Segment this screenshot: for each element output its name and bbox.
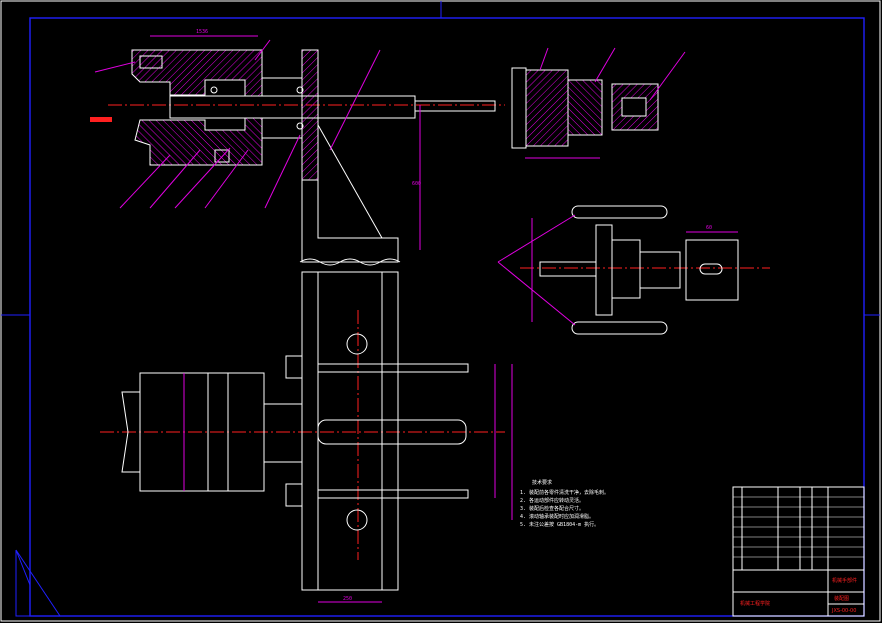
leader-1 (94, 61, 136, 73)
front-view: 250 (100, 271, 513, 603)
piston-rod (414, 100, 496, 112)
flange-plate (301, 49, 319, 181)
hub-plate (595, 224, 613, 316)
guide-rod-upper (317, 363, 469, 373)
side-detail-view: 60 (497, 205, 770, 335)
notes-line-4: 4. 滚动轴承装配时应加润滑脂。 (520, 513, 594, 520)
main-shaft (169, 95, 416, 119)
dim-vertical-height: 600 (412, 181, 421, 187)
notes-heading: 技术要求 (532, 479, 552, 486)
upper-finger (571, 205, 668, 219)
dim-bottom-width: 250 (343, 596, 352, 602)
nut-upper (285, 355, 303, 379)
dim-side-width: 60 (706, 225, 712, 231)
notes-line-2: 2. 各运动部件应转动灵活。 (520, 497, 584, 504)
orientation-mark (15, 549, 61, 617)
side-rod (539, 261, 597, 277)
leader-2 (119, 154, 171, 209)
leader-g2 (594, 47, 616, 83)
support-bracket (301, 180, 399, 263)
outer-sheet-border (0, 0, 881, 622)
end-slot (699, 263, 723, 275)
leader-s2 (497, 261, 576, 326)
end-block (685, 239, 739, 301)
title-sub: 装配图 (834, 595, 849, 602)
dim-top-width: 1536 (196, 29, 208, 35)
guide-rod-lower (317, 489, 469, 499)
coupling (263, 403, 303, 463)
gripper-slot (621, 97, 647, 117)
cad-drawing-canvas: 1536 600 60 250 技术要求 1. 装配前各零件清洗干净，去除毛刺。… (0, 0, 881, 622)
spacer (639, 251, 681, 289)
nut-lower (285, 483, 303, 507)
title-drawing-no: JXS-00-00 (831, 608, 856, 614)
lower-finger (571, 321, 668, 335)
technical-notes: 技术要求 1. 装配前各零件清洗干净，去除毛刺。 2. 各运动部件应转动灵活。 … (520, 479, 609, 528)
housing-lower (134, 117, 263, 166)
leader-6 (264, 134, 301, 209)
notes-line-3: 3. 装配后检查各配合尺寸。 (520, 505, 584, 512)
hex-nut (611, 239, 641, 299)
hole-upper (346, 333, 368, 355)
hole-lower (346, 509, 368, 531)
bearing-block-lower (261, 117, 303, 139)
housing-upper (131, 49, 263, 97)
gripper-body (525, 69, 569, 147)
notes-line-1: 1. 装配前各零件清洗干净，去除毛刺。 (520, 489, 609, 496)
leader-g3 (649, 51, 686, 101)
gripper-section-view (511, 47, 686, 159)
bracket-rib (317, 124, 383, 239)
drawing-frame-border (29, 17, 865, 617)
leader-s1 (497, 214, 576, 263)
main-plate (301, 271, 399, 591)
leader-7 (329, 49, 381, 151)
red-arrow-part (90, 117, 112, 122)
leader-g1 (539, 47, 549, 71)
gripper-flange (511, 67, 527, 149)
title-main: 机械手部件 (832, 577, 857, 584)
title-school: 机械工程学院 (740, 600, 770, 607)
title-block: 机械手部件 装配图 JXS-00-00 机械工程学院 (732, 486, 865, 617)
seal-ring-1 (210, 86, 218, 94)
main-section-view: 1536 600 (90, 29, 505, 266)
gripper-nut (567, 79, 603, 136)
bearing-block-upper (261, 77, 303, 97)
notes-line-5: 5. 未注公差按 GB1804-m 执行。 (520, 521, 599, 528)
